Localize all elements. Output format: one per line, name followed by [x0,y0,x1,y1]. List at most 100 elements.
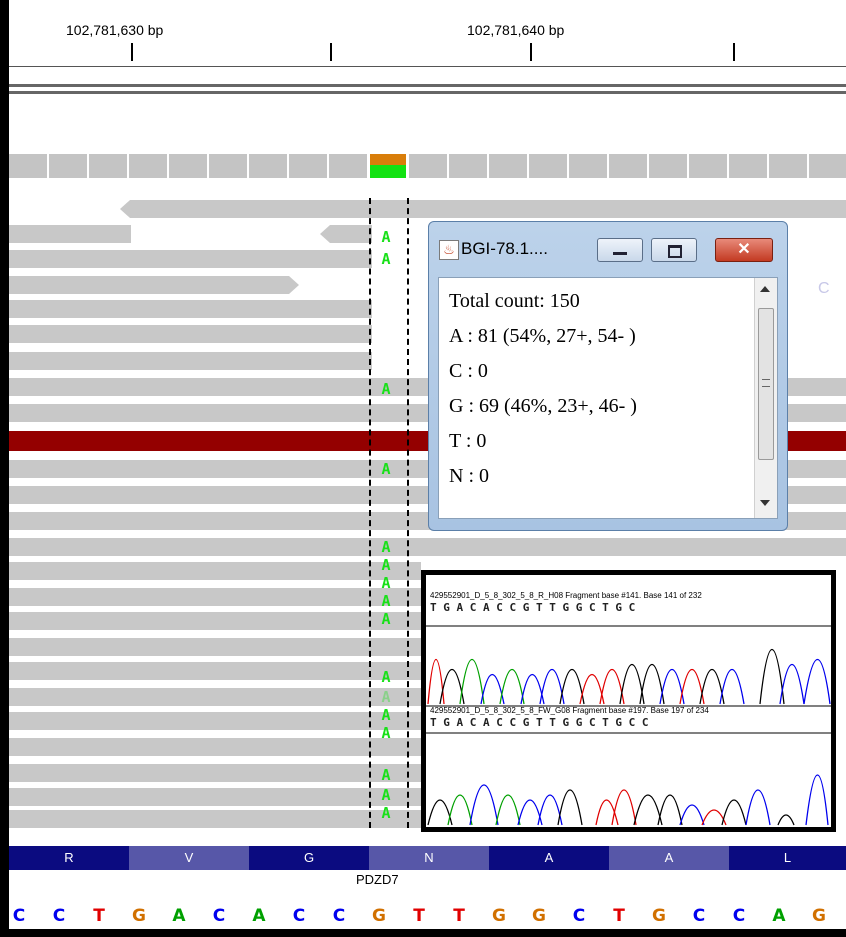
read[interactable] [9,588,421,606]
amino-acid-cell[interactable]: L [729,846,846,870]
coverage-allele-a-bar [370,165,406,178]
read[interactable] [320,225,372,243]
ruler-tick [530,43,532,61]
igv-viewer: 102,781,630 bp 102,781,640 bp A A A A A … [0,0,846,937]
ruler-position-label-left: 102,781,630 bp [66,22,164,38]
read[interactable] [9,764,421,782]
read[interactable] [9,300,372,318]
scroll-up-arrow-icon[interactable] [760,286,770,292]
read[interactable] [9,250,372,268]
scrollbar-thumb[interactable] [758,308,774,460]
read-base-letter: A [381,724,391,742]
read[interactable] [9,352,372,370]
ruler-tick [733,43,735,61]
reference-base: G [532,906,546,926]
read[interactable] [9,712,421,730]
coverage-bar [729,154,767,178]
read-base-letter: A [381,804,391,822]
ruler-position-label-right: 102,781,640 bp [467,22,565,38]
reference-base: A [772,906,786,926]
window-left-border [0,0,9,937]
read[interactable] [9,612,421,630]
popup-title: BGI-78.1.... [461,239,548,258]
coverage-bar [409,154,447,178]
read-base-letter: A [381,688,391,706]
coverage-bar [609,154,647,178]
read[interactable] [9,225,131,243]
read-base-letter: A [381,668,391,686]
scroll-down-arrow-icon[interactable] [760,500,770,506]
faint-base-letter: C [818,280,830,297]
coverage-bar [249,154,287,178]
read[interactable] [9,562,421,580]
read[interactable] [9,538,846,556]
read[interactable] [9,810,421,828]
java-icon: ♨ [439,240,459,260]
read[interactable] [9,276,299,294]
grip-icon [762,379,770,387]
coverage-bar [169,154,207,178]
reference-base: C [572,906,586,926]
minimize-button[interactable] [597,238,643,262]
allele-count-popup[interactable]: ♨ BGI-78.1.... ✕ Total count: 150 A : 81… [428,221,788,531]
window-bottom-border [0,929,846,937]
ruler-tick [330,43,332,61]
allele-n-count: N : 0 [449,465,489,487]
reference-base: G [372,906,386,926]
reference-base: G [492,906,506,926]
track-divider [9,84,846,87]
read-base-letter: A [381,610,391,628]
reference-base: T [413,906,425,926]
amino-acid-cell[interactable]: A [489,846,609,870]
read[interactable] [9,662,421,680]
reference-base: T [93,906,105,926]
reference-base: C [292,906,306,926]
amino-acid-cell[interactable]: R [9,846,129,870]
read-base-letter: A [381,460,391,478]
read-base-letter: A [381,556,391,574]
read-base-letter: A [381,592,391,610]
amino-acid-cell[interactable]: N [369,846,489,870]
read-base-letter: A [381,706,391,724]
minimize-icon [613,252,627,255]
read-base-letter: A [381,786,391,804]
read[interactable] [9,688,421,706]
read[interactable] [9,638,421,656]
amino-acid-cell[interactable]: A [609,846,729,870]
coverage-bar [449,154,487,178]
read-base-letter: A [381,574,391,592]
coverage-bar [529,154,567,178]
read[interactable] [120,200,846,218]
reference-base: A [252,906,266,926]
reference-base: G [812,906,826,926]
maximize-icon [668,245,682,258]
popup-scrollbar[interactable] [754,278,777,518]
coverage-bar [769,154,807,178]
allele-c-count: C : 0 [449,360,488,382]
coverage-bar [689,154,727,178]
chromatogram-traces [426,625,831,826]
read[interactable] [9,325,372,343]
coverage-bar [89,154,127,178]
coverage-bar [209,154,247,178]
maximize-button[interactable] [651,238,697,262]
coverage-allele-g-bar [370,154,406,165]
amino-acid-cell[interactable]: V [129,846,249,870]
read[interactable] [9,738,421,756]
reference-base: C [52,906,66,926]
track-divider [9,91,846,94]
close-button[interactable]: ✕ [715,238,773,262]
allele-a-count: A : 81 (54%, 27+, 54- ) [449,325,636,347]
amino-acid-cell[interactable]: G [249,846,369,870]
close-icon: ✕ [737,241,751,258]
coverage-bar [649,154,687,178]
reference-base: G [652,906,666,926]
reference-base: C [692,906,706,926]
center-guide-line [369,198,371,828]
coverage-bar [329,154,367,178]
center-guide-line [407,198,409,828]
reference-base: A [172,906,186,926]
gene-name-label[interactable]: PDZD7 [356,872,399,887]
read[interactable] [9,788,421,806]
total-count-text: Total count: 150 [449,290,580,312]
